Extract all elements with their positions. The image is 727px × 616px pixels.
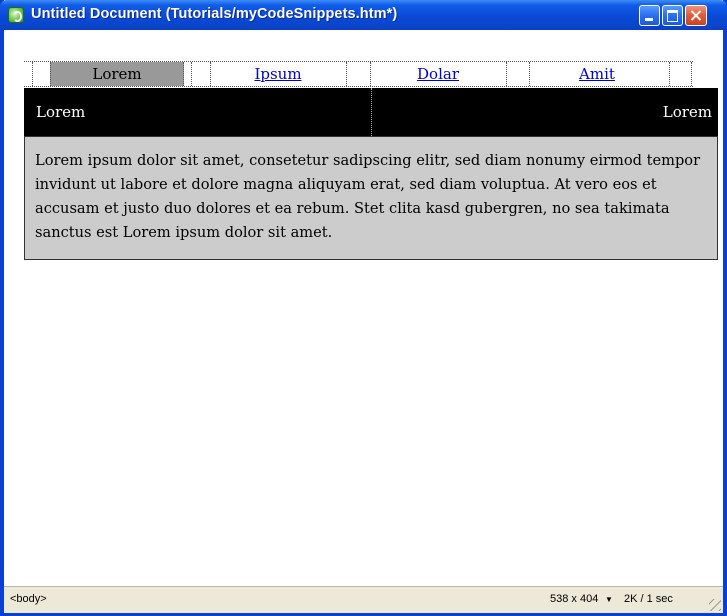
window-title: Untitled Document (Tutorials/myCodeSnipp… [31,6,398,22]
tab-divider [691,62,692,86]
tab-label: Lorem [92,65,142,83]
tab-amit[interactable]: Amit [529,62,665,86]
download-time-readout: 2K / 1 sec [624,593,673,605]
tab-dolar[interactable]: Dolar [370,62,506,86]
document-window: Untitled Document (Tutorials/myCodeSnipp… [0,0,727,616]
header-bar: Lorem Lorem [24,88,718,136]
header-right-text: Lorem [662,103,712,121]
header-left-text: Lorem [36,103,86,121]
app-logo-icon [8,7,24,23]
tab-link-amit[interactable]: Amit [579,65,615,83]
header-divider [371,88,372,136]
maximize-button[interactable] [662,5,683,26]
tab-divider [346,62,347,86]
status-bar: <body> 538 x 404 ▼ 2K / 1 sec [4,586,723,613]
tag-selector[interactable]: <body> [10,593,47,605]
chevron-down-icon[interactable]: ▼ [605,595,613,604]
minimize-button[interactable] [639,5,660,26]
resize-grip-icon[interactable] [709,599,721,611]
body-paragraph: Lorem ipsum dolor sit amet, consetetur s… [35,152,701,241]
window-size-readout[interactable]: 538 x 404 [550,593,598,605]
title-bar[interactable]: Untitled Document (Tutorials/myCodeSnipp… [0,0,727,30]
tab-link-dolar[interactable]: Dolar [417,65,459,83]
content-box: Lorem ipsum dolor sit amet, consetetur s… [24,136,718,260]
tab-lorem[interactable]: Lorem [50,62,184,86]
nav-tab-bar: Lorem Ipsum Dolar Amit [24,61,693,87]
tab-link-ipsum[interactable]: Ipsum [254,65,301,83]
tab-divider [669,62,670,86]
design-view: Lorem Ipsum Dolar Amit Lorem Lorem Lorem… [4,30,723,586]
close-button[interactable] [685,5,707,26]
tab-divider [506,62,507,86]
tab-ipsum[interactable]: Ipsum [210,62,346,86]
tab-divider [191,62,192,86]
tab-divider [32,62,33,86]
